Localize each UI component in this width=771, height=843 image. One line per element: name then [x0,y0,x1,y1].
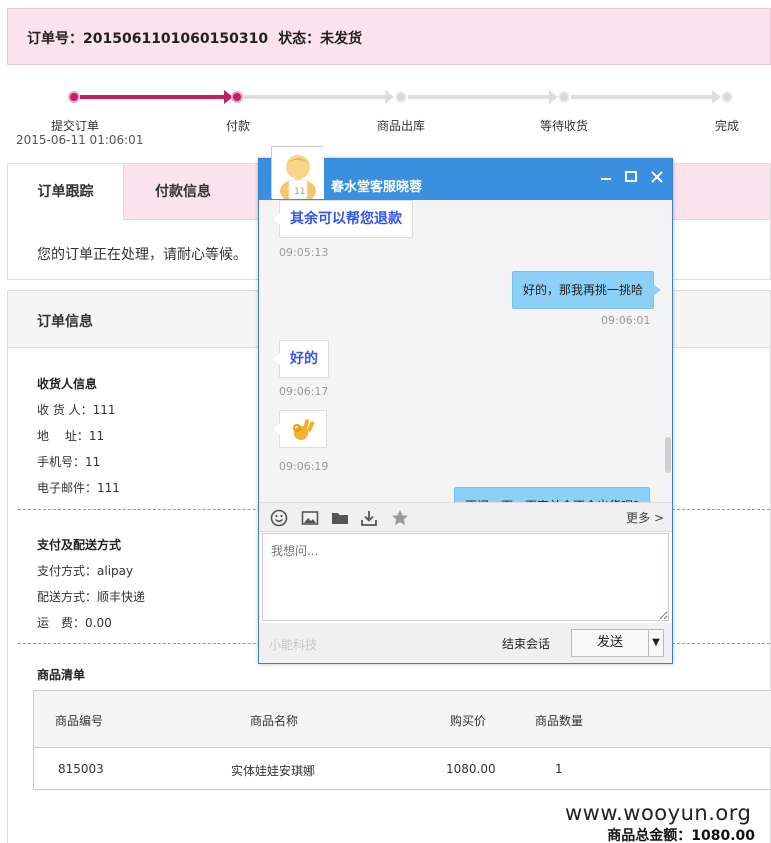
emoji-icon[interactable] [269,508,289,528]
progress-dot-submit [68,91,80,103]
col-price: 购买价 [450,714,487,728]
watermark: www.wooyun.org [565,801,752,825]
send-button[interactable]: 发送 [571,629,649,657]
chat-message-list[interactable]: 其余可以帮您退款 09:05:13 好的，那我再挑一挑哈 09:06:01 好的… [259,200,672,502]
image-icon[interactable] [300,508,320,528]
goods-price: 1080.00 [446,762,496,776]
receiver-address: 地 址：11 [37,429,105,443]
order-info-title: 订单信息 [37,314,93,330]
chat-message-agent: 好的 [273,340,329,378]
progress-dot-ship [395,91,407,103]
payment-method: 支付方式：alipay [37,564,134,578]
chat-message-agent: 其余可以帮您退款 [273,200,413,238]
goods-quantity: 1 [555,762,563,776]
shipping-fee: 运 费：0.00 [37,616,112,630]
chat-message-user: 好的，那我再挑一挑哈 [512,271,662,309]
order-number-label: 订单号： [27,31,83,47]
agent-avatar: 11 [271,146,324,203]
goods-table: 商品编号 商品名称 购买价 商品数量 815003 实体娃娃安琪娜 1080.0… [33,690,771,790]
chat-window[interactable]: 11 春水堂客服晓蓉 其余可以帮您退款 09:05:13 好的，那我再挑一挑哈 … [258,146,673,664]
progress-line [571,95,714,99]
goods-name-link[interactable]: 实体娃娃安琪娜 [231,762,315,779]
progress-dot-pay [231,91,243,103]
message-time: 09:06:01 [601,314,651,327]
order-status: 未发货 [320,31,363,47]
progress-submit-time: 2015-06-11 01:06:01 [16,133,144,147]
star-icon[interactable] [390,508,410,528]
col-goods-name: 商品名称 [250,714,299,728]
order-status-label: 状态： [278,31,321,47]
chat-scrollbar-thumb[interactable] [665,437,671,473]
chat-toolbar: 更多 > [259,502,672,532]
progress-line-done [80,95,226,99]
receiver-email: 电子邮件：111 [37,481,120,495]
brand-label: 小能科技 [269,638,318,652]
progress-label-receive: 等待收货 [540,119,589,133]
minimize-icon[interactable] [595,166,617,188]
col-quantity: 商品数量 [535,714,584,728]
goods-total: 商品总金额：1080.00 [607,828,755,843]
tracking-message: 您的订单正在处理，请耐心等候。 [37,247,247,263]
svg-text:11: 11 [294,187,305,197]
message-time: 09:05:13 [279,246,329,259]
chat-message-user: 再问一下，下家单会不会出货呢? [454,487,658,502]
chat-footer: 小能科技 结束会话 发送 ▼ [259,623,672,663]
progress-label-submit: 提交订单 [51,119,100,133]
col-goods-id: 商品编号 [55,714,104,728]
chat-scrollbar[interactable] [664,200,672,502]
folder-icon[interactable] [330,508,350,528]
progress-arrow-icon [549,90,558,104]
message-time: 09:06:19 [279,460,329,473]
progress-arrow-icon [385,90,394,104]
goods-section-title: 商品清单 [37,668,86,682]
progress-label-pay: 付款 [226,119,251,133]
maximize-icon[interactable] [620,166,642,188]
shipping-method: 配送方式：顺丰快递 [37,590,146,604]
progress-arrow-icon [712,90,721,104]
progress-label-complete: 完成 [715,119,740,133]
payment-section-title: 支付及配送方式 [37,538,122,552]
order-number: 2015061101060150310 [83,31,269,47]
tab-payment-info[interactable]: 付款信息 [124,164,242,221]
order-header-line: 订单号：2015061101060150310 状态：未发货 [27,28,362,48]
tab-order-tracking[interactable]: 订单跟踪 [8,164,124,221]
progress-line [244,95,387,99]
receiver-section-title: 收货人信息 [37,377,98,391]
receiver-name: 收 货 人：111 [37,403,116,417]
goods-id: 815003 [58,762,104,776]
progress-dot-complete [721,91,733,103]
end-session-link[interactable]: 结束会话 [502,635,550,652]
close-icon[interactable] [646,166,668,188]
goods-table-header: 商品编号 商品名称 购买价 商品数量 [34,691,771,748]
progress-label-ship: 商品出库 [377,119,426,133]
chat-message-input[interactable] [262,533,669,621]
toolbar-more-link[interactable]: 更多 > [626,509,664,526]
send-options-dropdown[interactable]: ▼ [648,629,664,657]
message-time: 09:06:17 [279,385,329,398]
receiver-phone: 手机号：11 [37,455,101,469]
chat-titlebar[interactable]: 11 春水堂客服晓蓉 [259,146,672,203]
avatar-icon: 11 [272,147,324,203]
progress-dot-receive [558,91,570,103]
ok-hand-emoji-icon [293,419,315,440]
download-icon[interactable] [359,508,379,528]
progress-line [408,95,551,99]
order-header: 订单号：2015061101060150310 状态：未发货 [7,8,771,65]
order-progress: 提交订单 付款 商品出库 等待收货 完成 2015-06-11 01:06:01 [0,84,771,154]
chat-message-emoji [273,410,327,448]
chat-agent-name: 春水堂客服晓蓉 [331,180,423,195]
